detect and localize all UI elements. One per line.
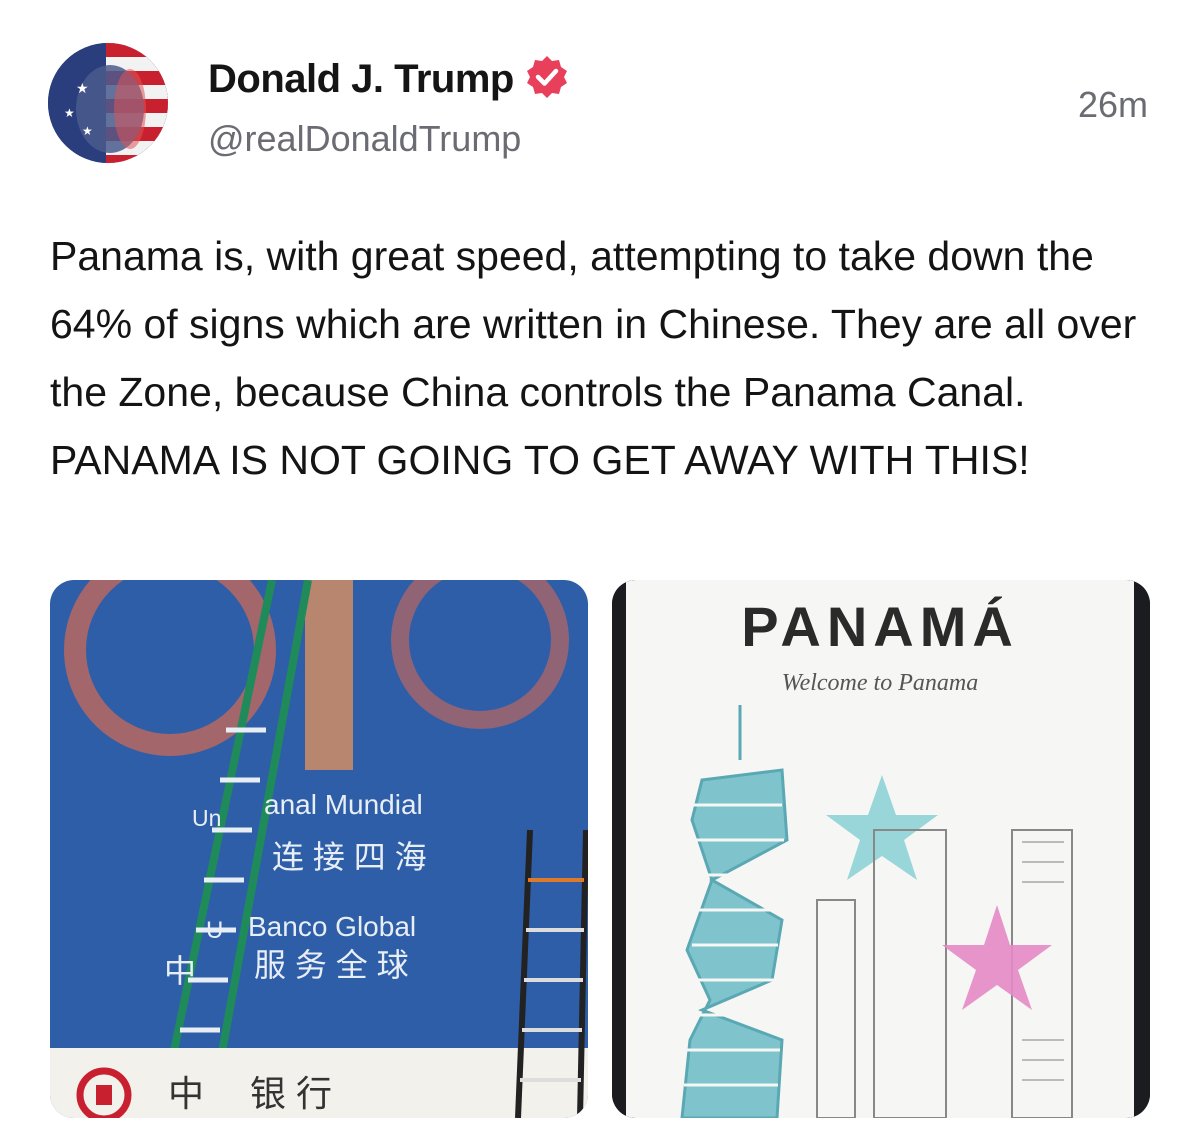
display-name[interactable]: Donald J. Trump [208, 57, 514, 102]
sign-text-bank-zhong: 中 [168, 1073, 204, 1114]
sign-text-un-1: Un [192, 805, 221, 831]
sign-text-banco: Banco Global [248, 911, 416, 942]
sign-subtitle: Welcome to Panama [782, 670, 978, 696]
verified-badge-icon [514, 54, 570, 105]
svg-text:★: ★ [82, 124, 93, 138]
author-handle[interactable]: @realDonaldTrump [208, 118, 521, 160]
sign-text-canal: anal Mundial [264, 789, 423, 820]
sign-title: PANAMÁ [741, 595, 1019, 658]
svg-text:★: ★ [76, 80, 89, 96]
sign-text-un-2: U [206, 917, 223, 944]
author-row: Donald J. Trump [208, 54, 570, 105]
avatar-image: ★ ★ ★ [48, 43, 168, 163]
post-image-1[interactable]: Un anal Mundial 连 接 四 海 U Banco Global 中… [50, 580, 588, 1118]
sign-text-chinese-2: 服 务 全 球 [254, 947, 409, 983]
sign-text-chinese-1: 连 接 四 海 [272, 839, 427, 875]
post-image-2[interactable]: PANAMÁ Welcome to Panama [612, 580, 1150, 1118]
sign-text-zhong: 中 [164, 953, 196, 989]
avatar[interactable]: ★ ★ ★ [48, 43, 168, 163]
svg-text:★: ★ [64, 106, 75, 120]
post-timestamp[interactable]: 26m [1078, 84, 1148, 126]
post-text: Panama is, with great speed, attempting … [50, 233, 1137, 483]
sign-text-bank: 银 行 [250, 1073, 332, 1114]
